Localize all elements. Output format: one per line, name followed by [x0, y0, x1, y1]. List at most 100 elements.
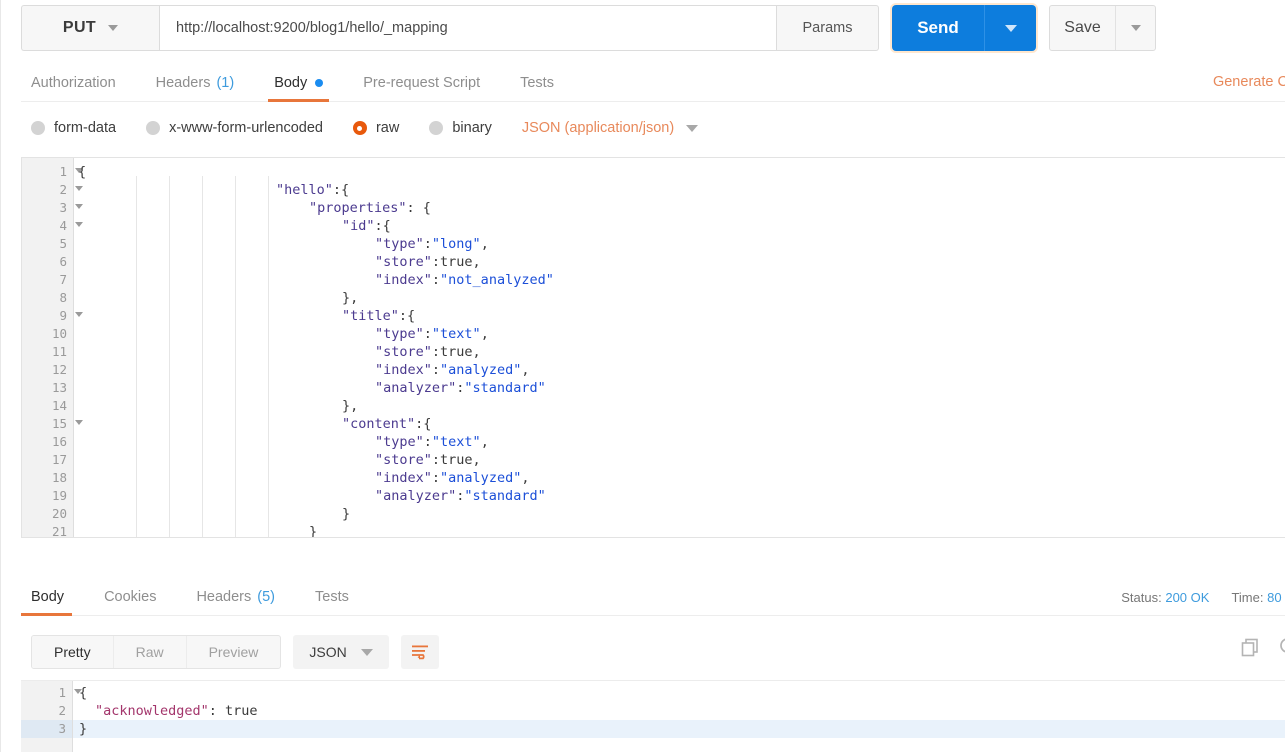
request-tab-bar: Authorization Headers (1) Body Pre-request S… — [21, 64, 1285, 102]
code-line: "store":true, — [375, 344, 481, 360]
word-wrap-button[interactable] — [400, 635, 439, 669]
line-number: 5 — [59, 236, 67, 251]
body-type-binary[interactable]: binary — [429, 120, 492, 136]
request-tab-authorization[interactable]: Authorization — [21, 64, 136, 101]
request-url-input[interactable]: http://localhost:9200/blog1/hello/_mappi… — [159, 5, 776, 51]
line-number: 1 — [21, 684, 82, 702]
tab-label: Authorization — [31, 74, 116, 91]
response-tab-body[interactable]: Body — [21, 578, 84, 616]
postman-window: PUT http://localhost:9200/blog1/hello/_m… — [0, 0, 1285, 752]
line-number: 18 — [51, 470, 67, 485]
save-options-button[interactable] — [1115, 6, 1155, 50]
line-number: 4 — [22, 217, 83, 235]
request-body-editor[interactable]: 1 2 3 4 5 6 7 8 9 10 11 12 13 14 15 16 17 18 19 20 21 {"hell… — [21, 157, 1285, 538]
request-tab-pre-request-script[interactable]: Pre-request Script — [343, 64, 500, 101]
radio-button-icon[interactable] — [31, 121, 45, 135]
chevron-down-icon — [108, 25, 119, 31]
radio-button-icon[interactable] — [352, 121, 367, 135]
copy-button[interactable] — [1240, 636, 1262, 658]
response-editor-gutter: 12 3 — [21, 681, 82, 752]
code-line: "index":"not_analyzed" — [375, 272, 554, 288]
code-line: { — [78, 164, 87, 180]
tab-label: Body — [274, 74, 308, 91]
request-tab-headers[interactable]: Headers (1) — [136, 64, 255, 101]
line-number: 16 — [51, 434, 67, 449]
view-mode-raw[interactable]: Raw — [114, 636, 187, 668]
view-mode-preview[interactable]: Preview — [187, 636, 281, 668]
line-number: 9 — [22, 307, 83, 325]
response-tab-headers[interactable]: Headers (5) — [176, 578, 295, 615]
line-number: 3 — [22, 199, 83, 217]
request-editor-code[interactable]: {"hello":{"properties": {"id":{"type":"l… — [74, 158, 1285, 537]
line-number: 3 — [21, 720, 72, 738]
save-button-group: Save — [1049, 5, 1156, 51]
generate-code-link[interactable]: Generate Co — [1213, 74, 1285, 90]
content-type-label: JSON (application/json) — [521, 120, 675, 136]
time-value: 80 m — [1267, 590, 1285, 605]
line-number: 10 — [51, 326, 67, 341]
send-options-button[interactable] — [984, 5, 1036, 51]
response-format-label: JSON — [309, 644, 347, 660]
save-button[interactable]: Save — [1050, 6, 1115, 50]
params-button[interactable]: Params — [776, 5, 879, 51]
response-tab-tests[interactable]: Tests — [295, 578, 369, 615]
code-line: } — [342, 506, 351, 522]
line-number: 2 — [22, 181, 83, 199]
code-line: }, — [342, 398, 359, 414]
code-line: "type":"text", — [375, 434, 489, 450]
radio-button-icon[interactable] — [146, 121, 161, 135]
request-tab-body[interactable]: Body — [254, 64, 343, 102]
response-action-icons — [1240, 636, 1285, 658]
radio-button-icon[interactable] — [429, 121, 444, 135]
request-url-bar: PUT http://localhost:9200/blog1/hello/_m… — [21, 5, 1285, 51]
code-line: { — [79, 685, 88, 701]
tab-label: Body — [31, 588, 65, 605]
status-value: 200 OK — [1165, 590, 1210, 605]
line-number: 20 — [51, 506, 67, 521]
body-type-label: form-data — [54, 120, 117, 136]
line-number: 7 — [59, 272, 67, 287]
send-button[interactable]: Send — [892, 5, 984, 51]
tab-label: Cookies — [104, 588, 157, 605]
response-format-selector[interactable]: JSON — [293, 635, 389, 669]
code-line: "type":"text", — [375, 326, 489, 342]
body-type-label: binary — [452, 120, 492, 136]
code-line: } — [309, 524, 318, 537]
body-type-x-www-form-urlencoded[interactable]: x-www-form-urlencoded — [146, 120, 323, 136]
line-number: 12 — [51, 362, 67, 377]
status-badge: Status: 200 OK — [1121, 590, 1209, 605]
line-number: 11 — [51, 344, 67, 359]
request-editor-gutter: 1 2 3 4 5 6 7 8 9 10 11 12 13 14 15 16 17 18 19 20 21 — [22, 158, 83, 538]
code-line: "store":true, — [375, 254, 481, 270]
code-line: "store":true, — [375, 452, 481, 468]
line-number: 21 — [51, 524, 67, 538]
body-type-form-data[interactable]: form-data — [31, 120, 116, 136]
line-number: 6 — [59, 254, 67, 269]
tab-count: (1) — [216, 74, 235, 91]
copy-icon — [1241, 638, 1258, 657]
code-line: "content":{ — [342, 416, 432, 432]
tab-label: Headers — [196, 588, 252, 605]
tab-count: (5) — [257, 588, 275, 605]
body-type-label: x-www-form-urlencoded — [169, 120, 323, 136]
code-line: "analyzer":"standard" — [375, 380, 546, 396]
view-mode-pretty[interactable]: Pretty — [32, 636, 114, 668]
response-body-editor[interactable]: 12 3 {"acknowledged": true} — [21, 680, 1285, 752]
chevron-down-icon — [686, 124, 699, 132]
chevron-down-icon — [1130, 25, 1141, 31]
body-type-raw[interactable]: raw — [352, 120, 399, 136]
search-button[interactable] — [1278, 636, 1285, 658]
code-line: }, — [342, 290, 359, 306]
content-type-selector[interactable]: JSON (application/json) — [521, 120, 699, 136]
response-tab-cookies[interactable]: Cookies — [84, 578, 176, 615]
response-editor-code[interactable]: {"acknowledged": true} — [73, 681, 1285, 752]
code-line: "properties": { — [309, 200, 431, 216]
code-line: "type":"long", — [375, 236, 489, 252]
request-tab-tests[interactable]: Tests — [500, 64, 574, 101]
line-number: 13 — [51, 380, 67, 395]
unsaved-dot-icon — [315, 78, 324, 87]
http-method-selector[interactable]: PUT — [21, 5, 159, 51]
status-label: Status: — [1121, 590, 1162, 605]
line-number: 2 — [58, 703, 66, 718]
code-line: } — [73, 720, 1285, 738]
